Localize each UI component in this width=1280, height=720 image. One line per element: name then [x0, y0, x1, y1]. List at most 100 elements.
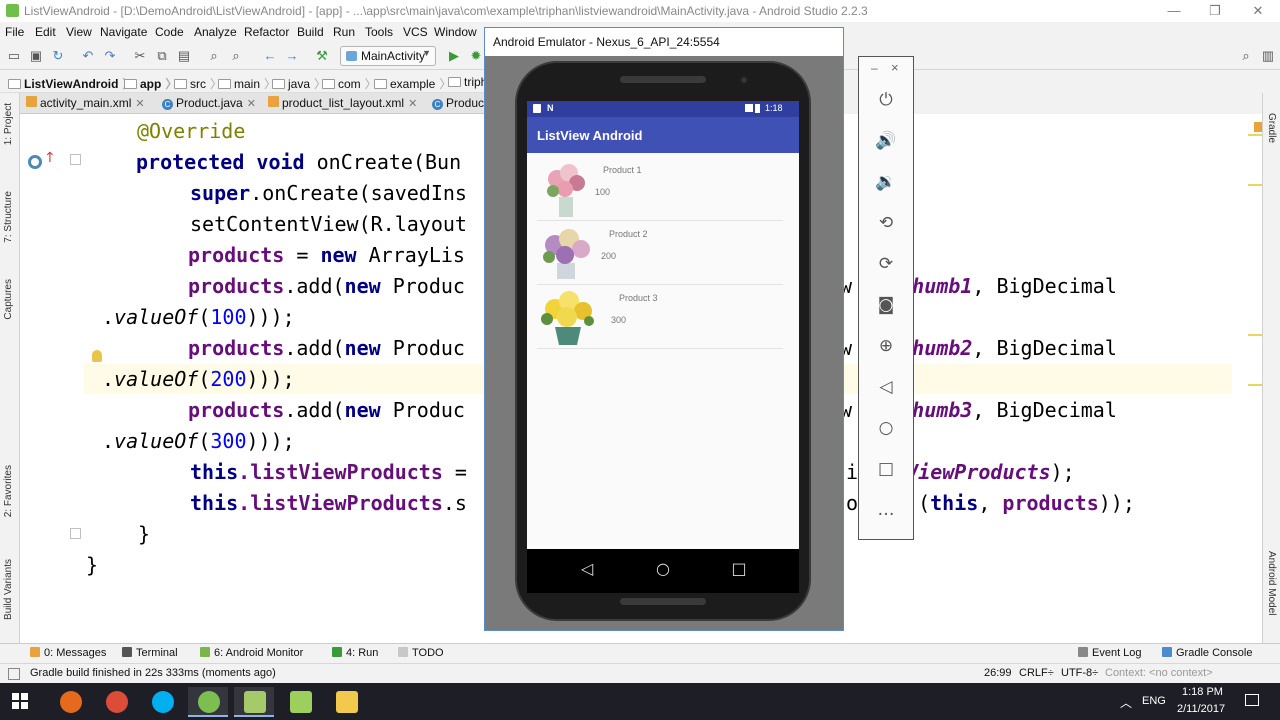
menu-window[interactable]: Window: [434, 25, 477, 39]
debug-icon[interactable]: ✹: [468, 48, 484, 64]
tool-build-variants[interactable]: Build Variants: [3, 559, 14, 620]
chrome-icon[interactable]: [96, 687, 136, 717]
tool-todo[interactable]: TODO: [398, 647, 444, 659]
more-icon[interactable]: …: [875, 499, 897, 521]
panel-minimize-button[interactable]: –: [871, 61, 878, 75]
sdk-manager-icon[interactable]: ▥: [1260, 48, 1276, 64]
close-tab-icon[interactable]: ✕: [135, 98, 144, 110]
lightbulb-icon[interactable]: [92, 350, 102, 362]
tool-structure[interactable]: 7: Structure: [3, 191, 14, 243]
list-item[interactable]: Product 3 300: [537, 285, 783, 349]
menu-build[interactable]: Build: [297, 25, 324, 39]
line-marker[interactable]: [1248, 384, 1262, 386]
make-project-icon[interactable]: ⚒: [314, 48, 330, 64]
line-separator[interactable]: CRLF÷: [1019, 667, 1054, 679]
tool-messages[interactable]: 0: Messages: [30, 647, 106, 659]
save-icon[interactable]: ▣: [28, 48, 44, 64]
tool-run[interactable]: 4: Run: [332, 647, 378, 659]
taskbar-date[interactable]: 2/11/2017: [1177, 703, 1225, 715]
breadcrumb-java[interactable]: java 〉: [272, 75, 326, 92]
back-icon[interactable]: ◁: [875, 376, 897, 398]
line-marker[interactable]: [1248, 134, 1262, 136]
breadcrumb-app[interactable]: app 〉: [124, 75, 177, 92]
nav-overview-icon[interactable]: □: [727, 559, 751, 578]
tool-android-monitor[interactable]: 6: Android Monitor: [200, 647, 303, 659]
tool-terminal[interactable]: Terminal: [122, 647, 178, 659]
warning-marker[interactable]: [1254, 122, 1262, 132]
cut-icon[interactable]: ✂: [132, 48, 148, 64]
emulator-taskbar-icon[interactable]: [234, 687, 274, 717]
tool-project[interactable]: 1: Project: [3, 103, 14, 145]
tool-gradle[interactable]: Gradle: [1266, 113, 1277, 143]
menu-analyze[interactable]: Analyze: [194, 25, 237, 39]
sync-icon[interactable]: ↻: [50, 48, 66, 64]
find-icon[interactable]: ⌕: [206, 48, 222, 64]
menu-refactor[interactable]: Refactor: [244, 25, 289, 39]
replace-icon[interactable]: ⌕: [228, 48, 244, 64]
menu-vcs[interactable]: VCS: [403, 25, 428, 39]
list-item[interactable]: Product 2 200: [537, 221, 783, 285]
back-nav-icon[interactable]: ←: [262, 48, 278, 64]
undo-icon[interactable]: ↶: [80, 48, 96, 64]
tab-product-java[interactable]: C Product.java ✕: [162, 96, 256, 110]
notepad-icon[interactable]: [280, 687, 320, 717]
power-icon[interactable]: ⏻: [875, 89, 897, 111]
line-marker[interactable]: [1248, 184, 1262, 186]
line-marker[interactable]: [1248, 334, 1262, 336]
notifications-icon[interactable]: [1245, 694, 1259, 706]
breadcrumb-com[interactable]: com 〉: [322, 75, 377, 92]
breadcrumb-example[interactable]: example 〉: [374, 75, 451, 92]
menu-file[interactable]: File: [5, 25, 24, 39]
run-config-select[interactable]: MainActivity ▼: [340, 46, 436, 66]
file-explorer-icon[interactable]: [326, 687, 366, 717]
emulator-window[interactable]: Android Emulator - Nexus_6_API_24:5554 N…: [484, 27, 844, 631]
menu-edit[interactable]: Edit: [35, 25, 56, 39]
list-item[interactable]: Product 1 100: [537, 157, 783, 221]
maximize-icon[interactable]: ❐: [1205, 2, 1225, 20]
editor-scrollbar-marks[interactable]: [1232, 114, 1262, 643]
redo-icon[interactable]: ↷: [102, 48, 118, 64]
nav-back-icon[interactable]: ◁: [575, 559, 599, 578]
search-everywhere-icon[interactable]: ⌕: [1238, 48, 1254, 64]
android-studio-taskbar-icon[interactable]: [188, 687, 228, 717]
tab-product-list-layout[interactable]: product_list_layout.xml ✕: [268, 96, 417, 110]
breadcrumb-main[interactable]: main 〉: [218, 75, 276, 92]
menu-code[interactable]: Code: [155, 25, 184, 39]
nav-home-icon[interactable]: ○: [651, 559, 675, 578]
firefox-icon[interactable]: [50, 687, 90, 717]
device-screen[interactable]: N 1:18 ListView Android Product 1 100 Pr…: [527, 101, 799, 549]
taskbar-time[interactable]: 1:18 PM: [1182, 686, 1223, 698]
breadcrumb-src[interactable]: src 〉: [174, 75, 222, 92]
tab-product-adapter[interactable]: C Produc: [432, 96, 484, 110]
tool-android-model[interactable]: Android Model: [1266, 551, 1277, 615]
open-folder-icon[interactable]: ▭: [6, 48, 22, 64]
windows-start-icon[interactable]: [12, 693, 28, 709]
close-tab-icon[interactable]: ✕: [247, 98, 256, 110]
tray-chevron-icon[interactable]: ︿: [1120, 694, 1132, 711]
overview-icon[interactable]: □: [875, 458, 897, 480]
run-icon[interactable]: ▶: [446, 48, 462, 64]
volume-up-icon[interactable]: 🔊: [875, 130, 897, 152]
rotate-right-icon[interactable]: ⟳: [875, 253, 897, 275]
minimize-icon[interactable]: —: [1164, 2, 1184, 20]
tool-windows-icon[interactable]: [8, 668, 20, 680]
skype-icon[interactable]: [142, 687, 182, 717]
copy-icon[interactable]: ⧉: [154, 48, 170, 64]
menu-navigate[interactable]: Navigate: [100, 25, 147, 39]
tab-activity-main[interactable]: activity_main.xml ✕: [26, 96, 145, 110]
menu-run[interactable]: Run: [333, 25, 355, 39]
camera-icon[interactable]: ◙: [875, 294, 897, 316]
override-method-icon[interactable]: [28, 155, 42, 169]
status-message[interactable]: Gradle build finished in 22s 333ms (mome…: [30, 667, 276, 679]
close-icon[interactable]: ✕: [1248, 2, 1268, 20]
breadcrumb-triphan[interactable]: triph: [448, 75, 487, 89]
fold-icon[interactable]: [70, 528, 81, 539]
tool-favorites[interactable]: 2: Favorites: [3, 465, 14, 517]
panel-close-button[interactable]: ×: [891, 60, 899, 75]
volume-down-icon[interactable]: 🔉: [875, 171, 897, 193]
rotate-left-icon[interactable]: ⟲: [875, 212, 897, 234]
close-tab-icon[interactable]: ✕: [408, 98, 417, 110]
forward-nav-icon[interactable]: →: [284, 48, 300, 64]
caret-position[interactable]: 26:99: [984, 667, 1012, 679]
breadcrumb-project[interactable]: ListViewAndroid〉: [8, 75, 134, 92]
